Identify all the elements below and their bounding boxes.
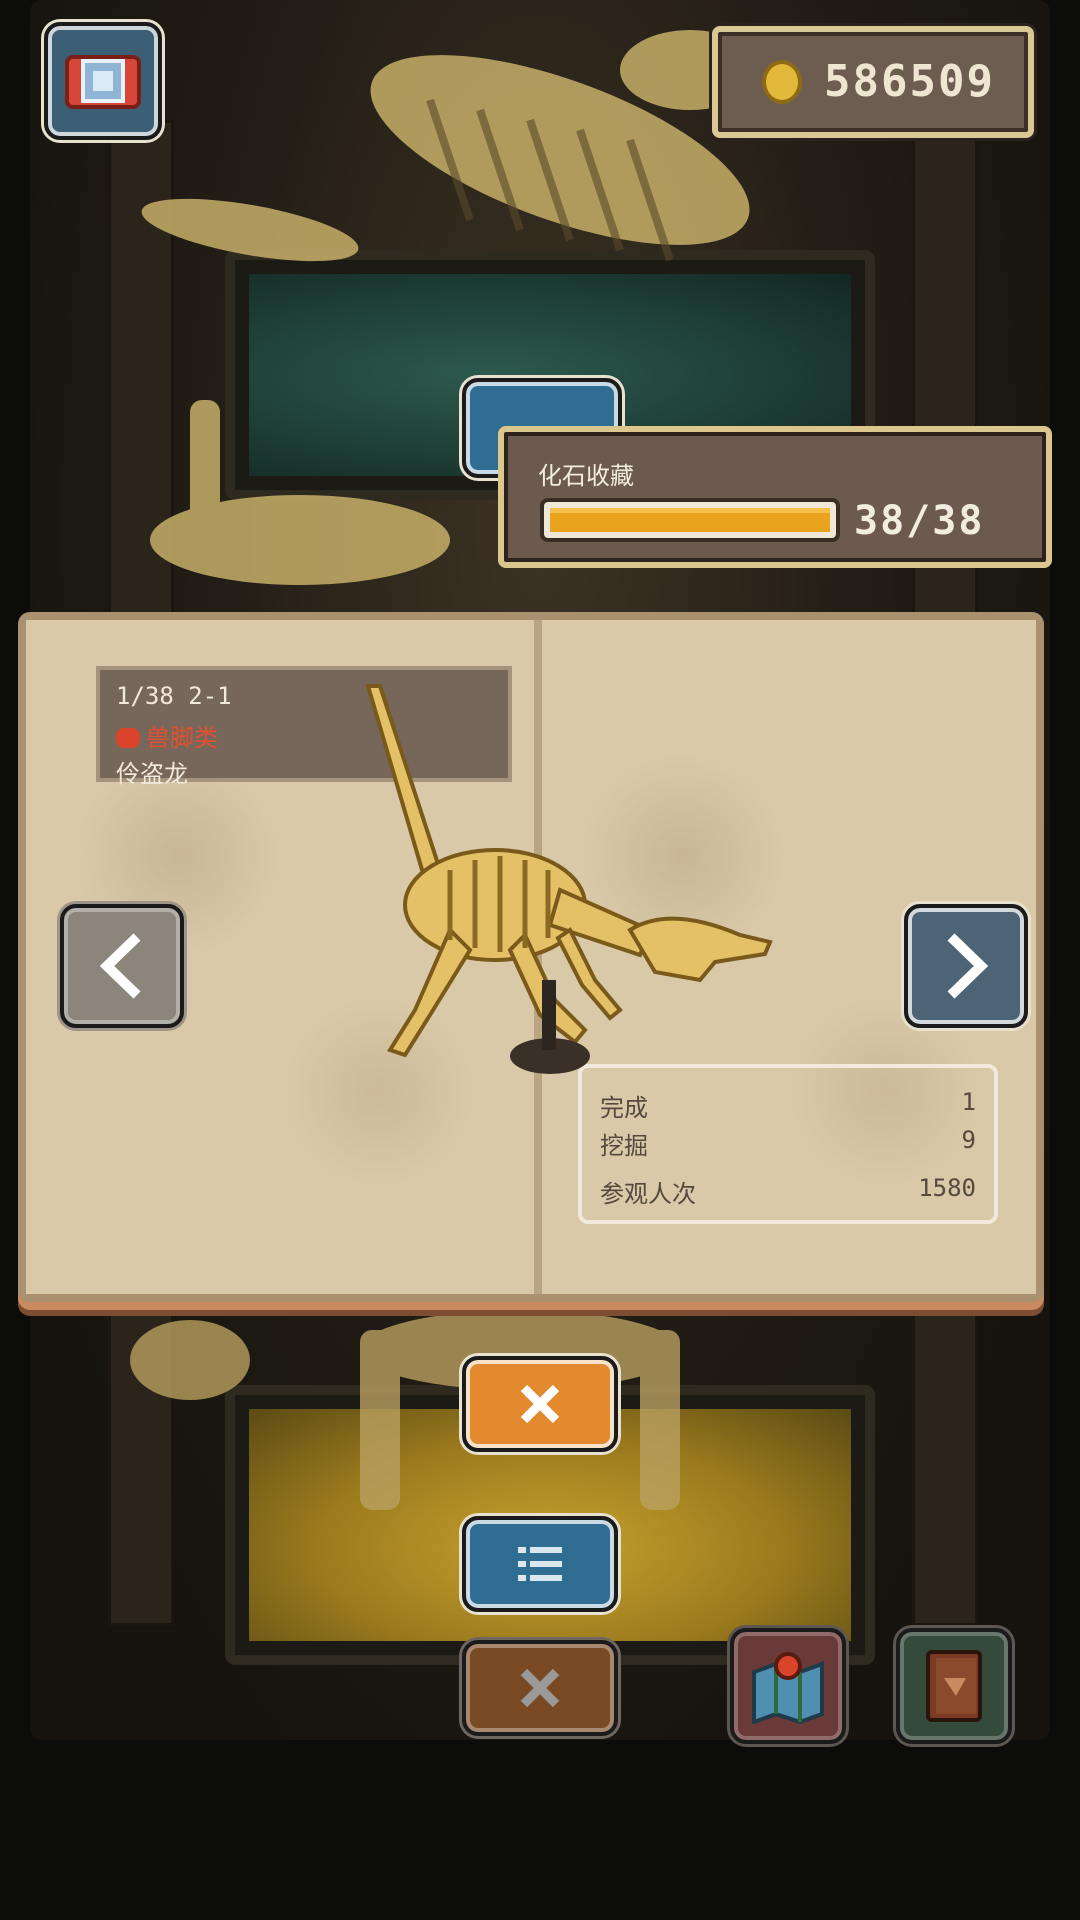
stat-label: 完成: [600, 1094, 648, 1122]
stat-value: 9: [961, 1126, 976, 1154]
collection-progress-bar: [540, 498, 840, 542]
collection-progress-fill: [550, 508, 830, 532]
stat-row-dig: 挖掘 9: [600, 1126, 976, 1161]
stat-value: 1: [961, 1088, 976, 1116]
chevron-left-icon: [99, 933, 141, 999]
map-icon: [752, 1652, 824, 1724]
prev-button[interactable]: [60, 904, 184, 1028]
stat-value: 1580: [918, 1174, 976, 1202]
fossil-name: 伶盗龙: [116, 760, 188, 788]
fossil-index: 1/38 2-1: [116, 682, 232, 710]
close-button[interactable]: [462, 1356, 618, 1452]
close-icon: [520, 1668, 560, 1708]
stat-label: 参观人次: [600, 1180, 696, 1208]
stat-label: 挖掘: [600, 1132, 648, 1160]
list-button[interactable]: [462, 1516, 618, 1612]
camera-button[interactable]: [44, 22, 162, 140]
coin-icon: [762, 60, 802, 104]
book-icon: [926, 1650, 982, 1722]
cancel-button[interactable]: [462, 1640, 618, 1736]
list-icon: [518, 1547, 562, 1581]
coin-value: 586509: [824, 56, 995, 107]
class-dot-icon: [116, 728, 140, 748]
fossil-class-label: 兽脚类: [146, 724, 218, 752]
book-button[interactable]: [896, 1628, 1012, 1744]
collection-title: 化石收藏: [538, 462, 634, 490]
map-button[interactable]: [730, 1628, 846, 1744]
stat-row-visitors: 参观人次 1580: [600, 1174, 976, 1209]
close-icon: [520, 1384, 560, 1424]
fossil-class: 兽脚类: [116, 718, 218, 753]
camera-icon: [65, 55, 141, 109]
collection-panel: 化石收藏 38/38: [498, 426, 1052, 568]
coin-counter: 586509: [712, 26, 1034, 138]
velociraptor-skeleton: [365, 684, 773, 1074]
next-button[interactable]: [904, 904, 1028, 1028]
chevron-right-icon: [947, 933, 989, 999]
collection-count: 38/38: [854, 498, 985, 544]
stat-row-complete: 完成 1: [600, 1088, 976, 1123]
